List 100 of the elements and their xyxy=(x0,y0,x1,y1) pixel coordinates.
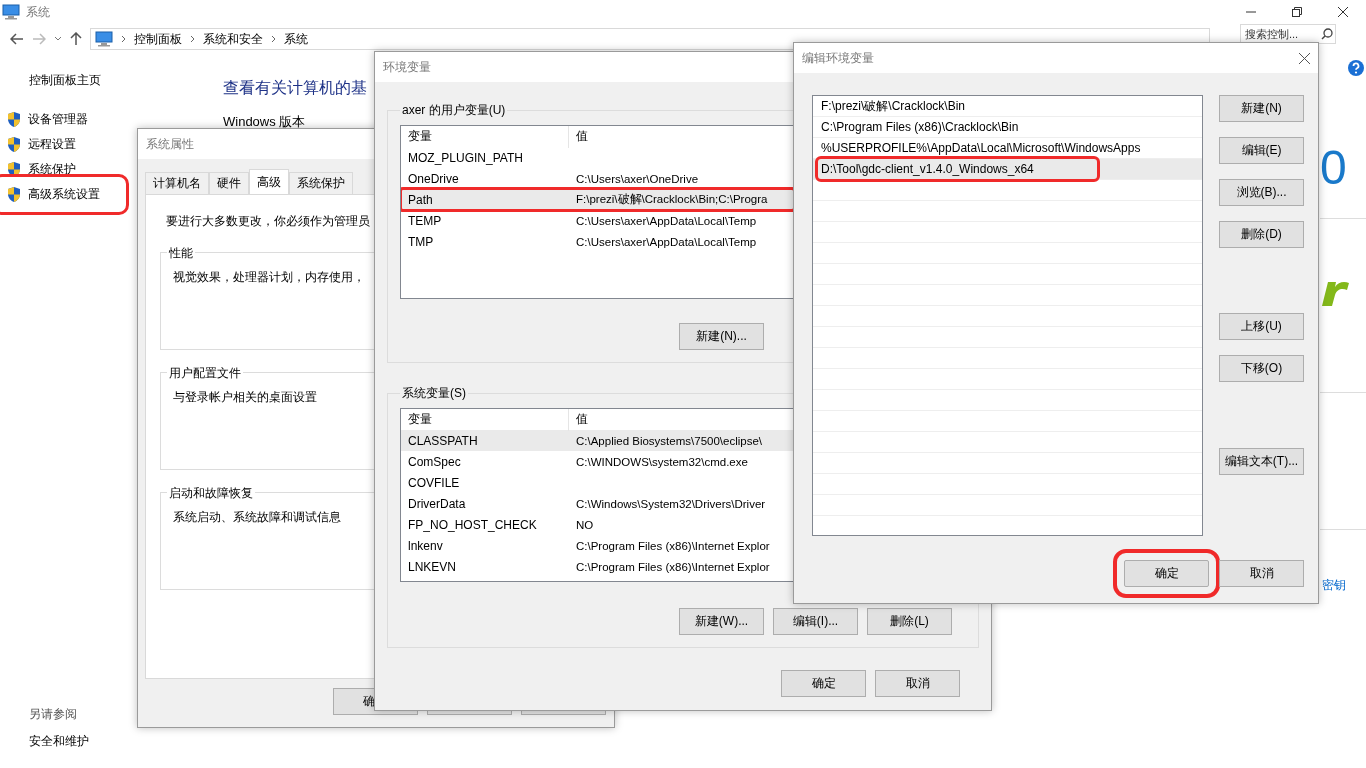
tab[interactable]: 高级 xyxy=(249,169,289,194)
variable-value: C:\Program Files (x86)\Internet Explor xyxy=(575,539,770,552)
dialog-button[interactable]: 上移(U) xyxy=(1219,313,1304,340)
window-title: 系统 xyxy=(26,3,50,21)
sidebar-item[interactable]: 系统保护 xyxy=(0,157,125,182)
variable-name: ComSpec xyxy=(407,454,462,469)
dialog-button[interactable]: 取消 xyxy=(1219,560,1304,587)
group-title: 系统变量(S) xyxy=(401,385,467,402)
variable-name: FP_NO_HOST_CHECK xyxy=(407,517,538,532)
variable-value: C:\WINDOWS\system32\cmd.exe xyxy=(575,455,748,468)
breadcrumb-item[interactable]: 系统和安全 xyxy=(203,30,263,48)
variable-name: TEMP xyxy=(407,213,443,228)
group-title: 启动和故障恢复 xyxy=(167,485,255,502)
computer-icon xyxy=(95,31,113,47)
dialog-button[interactable]: 删除(D) xyxy=(1219,221,1304,248)
dialog-button[interactable]: 编辑文本(T)... xyxy=(1219,448,1304,475)
path-text: %USERPROFILE%\AppData\Local\Microsoft\WindowsApps xyxy=(820,140,1142,157)
chevron-right-icon xyxy=(190,35,195,43)
variable-value: C:\Users\axer\AppData\Local\Temp xyxy=(575,214,757,227)
up-arrow-icon[interactable] xyxy=(70,32,82,46)
shield-icon xyxy=(6,111,22,128)
variable-row[interactable]: lnkenv C:\Program Files (x86)\Internet Explor xyxy=(401,535,794,556)
variable-row[interactable]: COVFILE xyxy=(401,472,794,493)
group-title: 性能 xyxy=(167,245,195,262)
column-header[interactable]: 值 xyxy=(569,409,588,431)
variable-value: C:\Program Files (x86)\Internet Explor xyxy=(575,560,770,573)
dialog-button[interactable]: 编辑(E) xyxy=(1219,137,1304,164)
edition-text: 0 xyxy=(1320,140,1347,195)
shield-icon xyxy=(6,186,22,203)
variable-name: DriverData xyxy=(407,496,467,511)
dialog-button[interactable]: 取消 xyxy=(875,670,960,697)
tab[interactable]: 计算机名 xyxy=(145,172,209,194)
chevron-right-icon xyxy=(121,35,126,43)
variable-row[interactable]: DriverData C:\Windows\System32\Drivers\Driver xyxy=(401,493,794,514)
dialog-title: 编辑环境变量 xyxy=(802,49,874,67)
group-description: 与登录帐户相关的桌面设置 xyxy=(173,390,317,404)
column-header[interactable]: 变量 xyxy=(401,126,569,148)
variable-name: COVFILE xyxy=(407,475,461,490)
sidebar-item[interactable]: 设备管理器 xyxy=(0,107,125,132)
variable-value: NO xyxy=(575,518,594,531)
search-icon[interactable] xyxy=(1321,28,1333,40)
variable-row[interactable]: TEMP C:\Users\axer\AppData\Local\Temp xyxy=(401,210,794,231)
admin-notice: 要进行大多数更改，你必须作为管理员 xyxy=(166,213,370,230)
path-entry[interactable]: D:\Tool\gdc-client_v1.4.0_Windows_x64 xyxy=(813,159,1202,180)
variable-name: OneDrive xyxy=(407,171,460,186)
variable-value: C:\Users\axer\AppData\Local\Temp xyxy=(575,235,757,248)
group-description: 视觉效果，处理器计划，内存使用， xyxy=(173,270,365,284)
close-icon[interactable] xyxy=(1299,52,1310,64)
dialog-button[interactable]: 编辑(I)... xyxy=(773,608,858,635)
chevron-right-icon xyxy=(271,35,276,43)
breadcrumb-item[interactable]: 系统 xyxy=(284,30,308,48)
variable-row[interactable]: FP_NO_HOST_CHECK NO xyxy=(401,514,794,535)
variable-row[interactable]: Path F:\prezi\破解\Cracklock\Bin;C:\Progra xyxy=(401,189,794,210)
help-icon[interactable] xyxy=(1348,60,1364,76)
variable-row[interactable]: TMP C:\Users\axer\AppData\Local\Temp xyxy=(401,231,794,252)
path-entry[interactable]: C:\Program Files (x86)\Cracklock\Bin xyxy=(813,117,1202,138)
dialog-button[interactable]: 确定 xyxy=(781,670,866,697)
shield-icon xyxy=(6,136,22,153)
variable-name: TMP xyxy=(407,234,435,249)
group-title: axer 的用户变量(U) xyxy=(401,102,507,119)
sidebar-link[interactable]: 安全和维护 xyxy=(29,733,89,750)
section-title: Windows 版本 xyxy=(223,113,306,131)
dialog-button[interactable]: 浏览(B)... xyxy=(1219,179,1304,206)
variable-value: C:\Windows\System32\Drivers\Driver xyxy=(575,497,766,510)
path-text: C:\Program Files (x86)\Cracklock\Bin xyxy=(820,119,1020,136)
variable-name: lnkenv xyxy=(407,538,444,553)
variable-name: CLASSPATH xyxy=(407,433,479,448)
tab[interactable]: 硬件 xyxy=(209,172,249,194)
breadcrumb-item[interactable]: 控制面板 xyxy=(134,30,182,48)
variable-row[interactable]: ComSpec C:\WINDOWS\system32\cmd.exe xyxy=(401,451,794,472)
column-header[interactable]: 值 xyxy=(569,126,588,148)
tab[interactable]: 系统保护 xyxy=(289,172,353,194)
variable-row[interactable]: MOZ_PLUGIN_PATH xyxy=(401,147,794,168)
dialog-button[interactable]: 删除(L) xyxy=(867,608,952,635)
variable-row[interactable]: LNKEVN C:\Program Files (x86)\Internet Explor xyxy=(401,556,794,577)
path-text: F:\prezi\破解\Cracklock\Bin xyxy=(820,97,967,115)
group-description: 系统启动、系统故障和调试信息 xyxy=(173,510,341,524)
sidebar-item[interactable]: 远程设置 xyxy=(0,132,125,157)
variable-value: C:\Users\axer\OneDrive xyxy=(575,172,699,185)
path-entry[interactable]: F:\prezi\破解\Cracklock\Bin xyxy=(813,96,1202,117)
chevron-down-icon[interactable] xyxy=(54,36,62,42)
variable-name: Path xyxy=(407,192,434,207)
variable-row[interactable]: OneDrive C:\Users\axer\OneDrive xyxy=(401,168,794,189)
section-title: 另请参阅 xyxy=(29,706,78,723)
page-heading: 查看有关计算机的基 xyxy=(223,78,367,98)
group-title: 用户配置文件 xyxy=(167,365,243,382)
sidebar-item[interactable]: 高级系统设置 xyxy=(0,182,121,207)
product-key-link[interactable]: 密钥 xyxy=(1322,577,1346,594)
back-arrow-icon[interactable] xyxy=(10,33,24,45)
computer-icon xyxy=(2,4,20,20)
variable-value: C:\Applied Biosystems\7500\eclipse\ xyxy=(575,434,762,447)
search-field[interactable]: 搜索控制... xyxy=(1240,24,1336,44)
dialog-button[interactable]: 新建(W)... xyxy=(679,608,764,635)
dialog-title: 系统属性 xyxy=(146,135,194,153)
dialog-button[interactable]: 下移(O) xyxy=(1219,355,1304,382)
variable-row[interactable]: CLASSPATH C:\Applied Biosystems\7500\eclipse\ xyxy=(401,430,794,451)
new-button[interactable]: 新建(N)... xyxy=(679,323,764,350)
dialog-button[interactable]: 新建(N) xyxy=(1219,95,1304,122)
sidebar-link[interactable]: 控制面板主页 xyxy=(29,72,125,89)
variable-name: LNKEVN xyxy=(407,559,458,574)
